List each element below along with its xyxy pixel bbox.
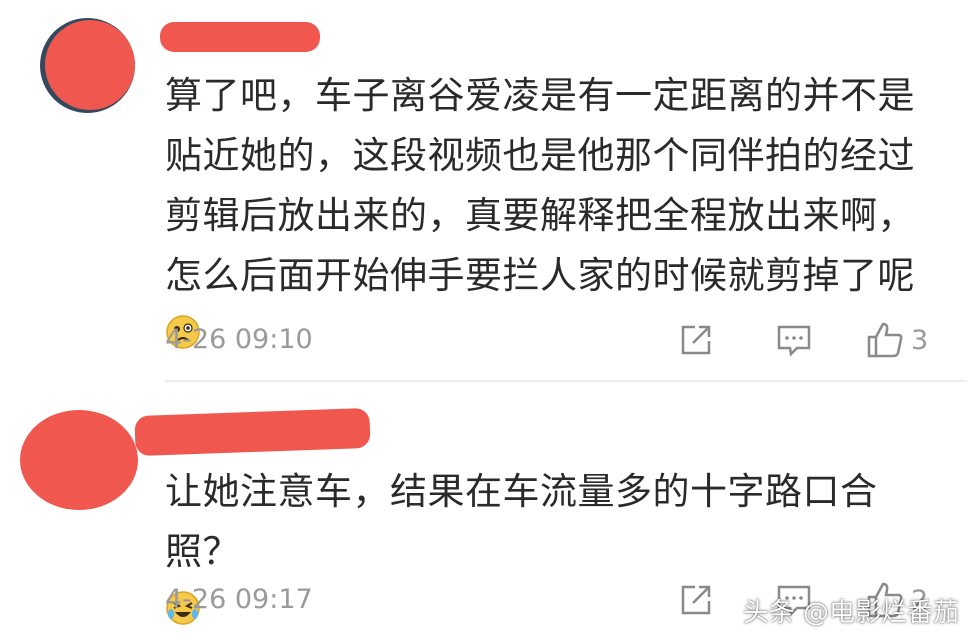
username-redacted[interactable]	[134, 407, 371, 457]
share-button[interactable]	[677, 580, 715, 620]
watermark: 头条 @电影烂番茄	[742, 598, 959, 628]
comment-time: 4-26 09:17	[165, 584, 313, 615]
reply-button[interactable]	[775, 320, 813, 360]
comment-time: 4-26 09:10	[165, 324, 313, 355]
like-count: 3	[911, 324, 929, 356]
username-redacted[interactable]	[160, 22, 320, 52]
avatar-redaction	[45, 20, 135, 110]
comment-meta: 4-26 09:10 3	[165, 320, 947, 360]
comment-item: 算了吧，车子离谷爱凌是有一定距离的并不是贴近她的，这段视频也是他那个同伴拍的经过…	[0, 0, 977, 380]
avatar[interactable]	[20, 410, 138, 510]
like-button[interactable]: 3	[865, 320, 928, 360]
share-button[interactable]	[677, 320, 715, 360]
share-icon	[681, 325, 711, 355]
thumbs-up-icon	[867, 322, 903, 358]
share-icon	[681, 585, 711, 615]
comment-icon	[777, 325, 811, 357]
